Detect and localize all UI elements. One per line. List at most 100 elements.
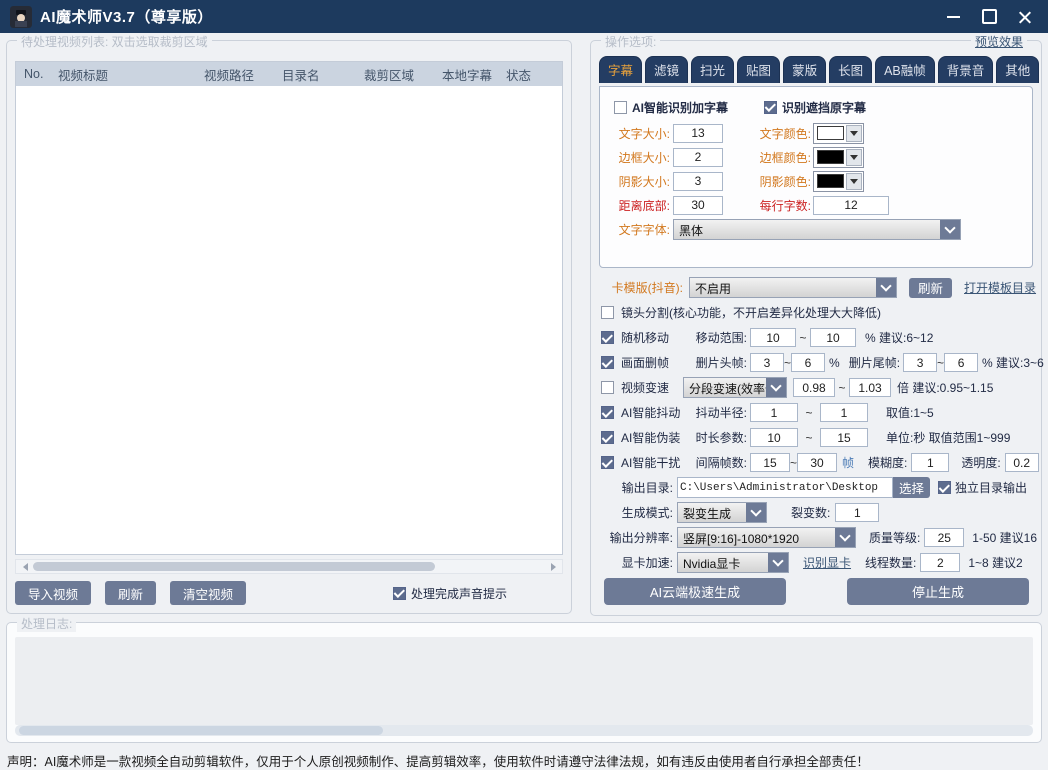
head-frames-min-input[interactable] (750, 353, 784, 372)
head-frames-max-input[interactable] (791, 353, 825, 372)
tab-sweep-light[interactable]: 扫光 (691, 56, 734, 83)
shadow-color-arrow-icon[interactable] (846, 173, 862, 190)
border-color-combo[interactable] (813, 147, 864, 168)
gen-mode-dropdown[interactable]: 裂变生成 (677, 502, 767, 523)
jitter-max-input[interactable] (820, 403, 868, 422)
speed-min-input[interactable] (793, 378, 835, 397)
tab-other[interactable]: 其他 (996, 56, 1039, 83)
tab-ab-frame[interactable]: AB融帧 (875, 56, 935, 83)
shadow-color-combo[interactable] (813, 171, 864, 192)
disguise-min-input[interactable] (750, 428, 798, 447)
interval-frames-label: 间隔帧数: (689, 454, 747, 471)
stop-generate-button[interactable]: 停止生成 (847, 578, 1029, 605)
scrollbar-thumb[interactable] (33, 562, 435, 571)
speed-mode-dropdown[interactable]: 分段变速(效率佳 (683, 377, 787, 398)
interval-min-input[interactable] (750, 453, 790, 472)
gpu-arrow-icon[interactable] (768, 553, 788, 572)
speed-checkbox[interactable] (601, 381, 614, 394)
title-bar: AI魔术师V3.7（尊享版） (0, 0, 1048, 33)
tab-mask[interactable]: 蒙版 (783, 56, 826, 83)
quality-input[interactable] (924, 528, 964, 547)
speed-mode-value: 分段变速(效率佳 (684, 378, 766, 397)
log-output-area[interactable] (15, 637, 1033, 725)
border-size-input[interactable] (673, 148, 723, 167)
font-color-swatch (817, 126, 844, 140)
speed-max-input[interactable] (849, 378, 891, 397)
shadow-size-input[interactable] (673, 172, 723, 191)
move-range-min-input[interactable] (750, 328, 796, 347)
scroll-right-icon[interactable] (548, 560, 562, 573)
output-dir-input[interactable] (677, 477, 893, 498)
tab-long-image[interactable]: 长图 (829, 56, 872, 83)
minimize-icon[interactable] (940, 5, 966, 29)
gen-mode-arrow-icon[interactable] (746, 503, 766, 522)
speed-mode-arrow-icon[interactable] (766, 378, 786, 397)
font-size-input[interactable] (673, 124, 723, 143)
font-family-arrow-icon[interactable] (940, 220, 960, 239)
template-refresh-button[interactable]: 刷新 (909, 278, 952, 298)
tail-frames-min-input[interactable] (903, 353, 937, 372)
import-video-button[interactable]: 导入视频 (15, 581, 91, 605)
template-arrow-icon[interactable] (876, 278, 896, 297)
template-row: 卡模版(抖音): 不启用 刷新 打开模板目录 (597, 275, 1037, 300)
quality-label: 质量等级: (869, 529, 920, 546)
border-color-arrow-icon[interactable] (846, 149, 862, 166)
lens-split-checkbox[interactable] (601, 306, 614, 319)
opacity-input[interactable] (1005, 453, 1039, 472)
video-table[interactable]: No. 视频标题 视频路径 目录名 裁剪区域 本地字幕 状态 (15, 61, 563, 555)
disguise-checkbox[interactable] (601, 431, 614, 444)
cloud-generate-button[interactable]: AI云端极速生成 (604, 578, 786, 605)
preview-effect-link[interactable]: 预览效果 (971, 33, 1027, 50)
tab-subtitle[interactable]: 字幕 (599, 56, 642, 83)
threads-input[interactable] (920, 553, 960, 572)
clear-videos-button[interactable]: 清空视频 (170, 581, 246, 605)
blur-input[interactable] (911, 453, 949, 472)
jitter-label: AI智能抖动 (621, 404, 689, 421)
refresh-list-button[interactable]: 刷新 (105, 581, 156, 605)
tail-frames-max-input[interactable] (944, 353, 978, 372)
chars-per-line-input[interactable] (813, 196, 889, 215)
interval-max-input[interactable] (797, 453, 837, 472)
log-scrollbar[interactable] (15, 725, 1033, 736)
random-move-checkbox[interactable] (601, 331, 614, 344)
blur-label: 模糊度: (868, 454, 907, 471)
disguise-max-input[interactable] (820, 428, 868, 447)
move-range-max-input[interactable] (810, 328, 856, 347)
resolution-dropdown[interactable]: 竖屏[9:16]-1080*1920 (677, 527, 856, 548)
sound-alert-checkbox[interactable] (393, 587, 406, 600)
jitter-min-input[interactable] (750, 403, 798, 422)
video-list-legend: 待处理视频列表: 双击选取裁剪区域 (17, 33, 212, 50)
ai-add-subtitle-checkbox[interactable] (614, 101, 627, 114)
shadow-size-label: 阴影大小: (600, 173, 670, 190)
template-dropdown[interactable]: 不启用 (689, 277, 897, 298)
font-family-dropdown[interactable]: 黑体 (673, 219, 961, 240)
interfere-checkbox[interactable] (601, 456, 614, 469)
jitter-hint: 取值:1~5 (886, 404, 934, 421)
font-color-arrow-icon[interactable] (846, 125, 862, 142)
jitter-checkbox[interactable] (601, 406, 614, 419)
maximize-icon[interactable] (976, 5, 1002, 29)
open-template-dir-link[interactable]: 打开模板目录 (964, 279, 1036, 296)
tab-filter[interactable]: 滤镜 (645, 56, 688, 83)
fission-count-input[interactable] (835, 503, 879, 522)
gpu-dropdown[interactable]: Nvidia显卡 (677, 552, 789, 573)
video-list-panel: 待处理视频列表: 双击选取裁剪区域 No. 视频标题 视频路径 目录名 裁剪区域… (6, 40, 572, 614)
tab-bgm[interactable]: 背景音 (938, 56, 994, 83)
tab-sticker[interactable]: 贴图 (737, 56, 780, 83)
video-list-scrollbar[interactable] (15, 559, 563, 574)
detect-gpu-link[interactable]: 识别显卡 (803, 554, 851, 571)
choose-dir-button[interactable]: 选择 (893, 477, 930, 498)
cover-original-subtitle-checkbox[interactable] (764, 101, 777, 114)
resolution-arrow-icon[interactable] (835, 528, 855, 547)
frame-delete-checkbox[interactable] (601, 356, 614, 369)
independent-dir-checkbox[interactable] (938, 481, 951, 494)
bottom-distance-input[interactable] (673, 196, 723, 215)
col-path: 视频路径 (196, 65, 274, 84)
log-scrollbar-thumb[interactable] (19, 726, 383, 735)
close-icon[interactable] (1012, 5, 1038, 29)
jitter-row: AI智能抖动 抖动半径: ~ 取值:1~5 (597, 400, 1037, 425)
scroll-left-icon[interactable] (16, 560, 30, 573)
font-color-combo[interactable] (813, 123, 864, 144)
range-tilde: ~ (790, 456, 797, 470)
video-table-body[interactable] (16, 86, 562, 554)
